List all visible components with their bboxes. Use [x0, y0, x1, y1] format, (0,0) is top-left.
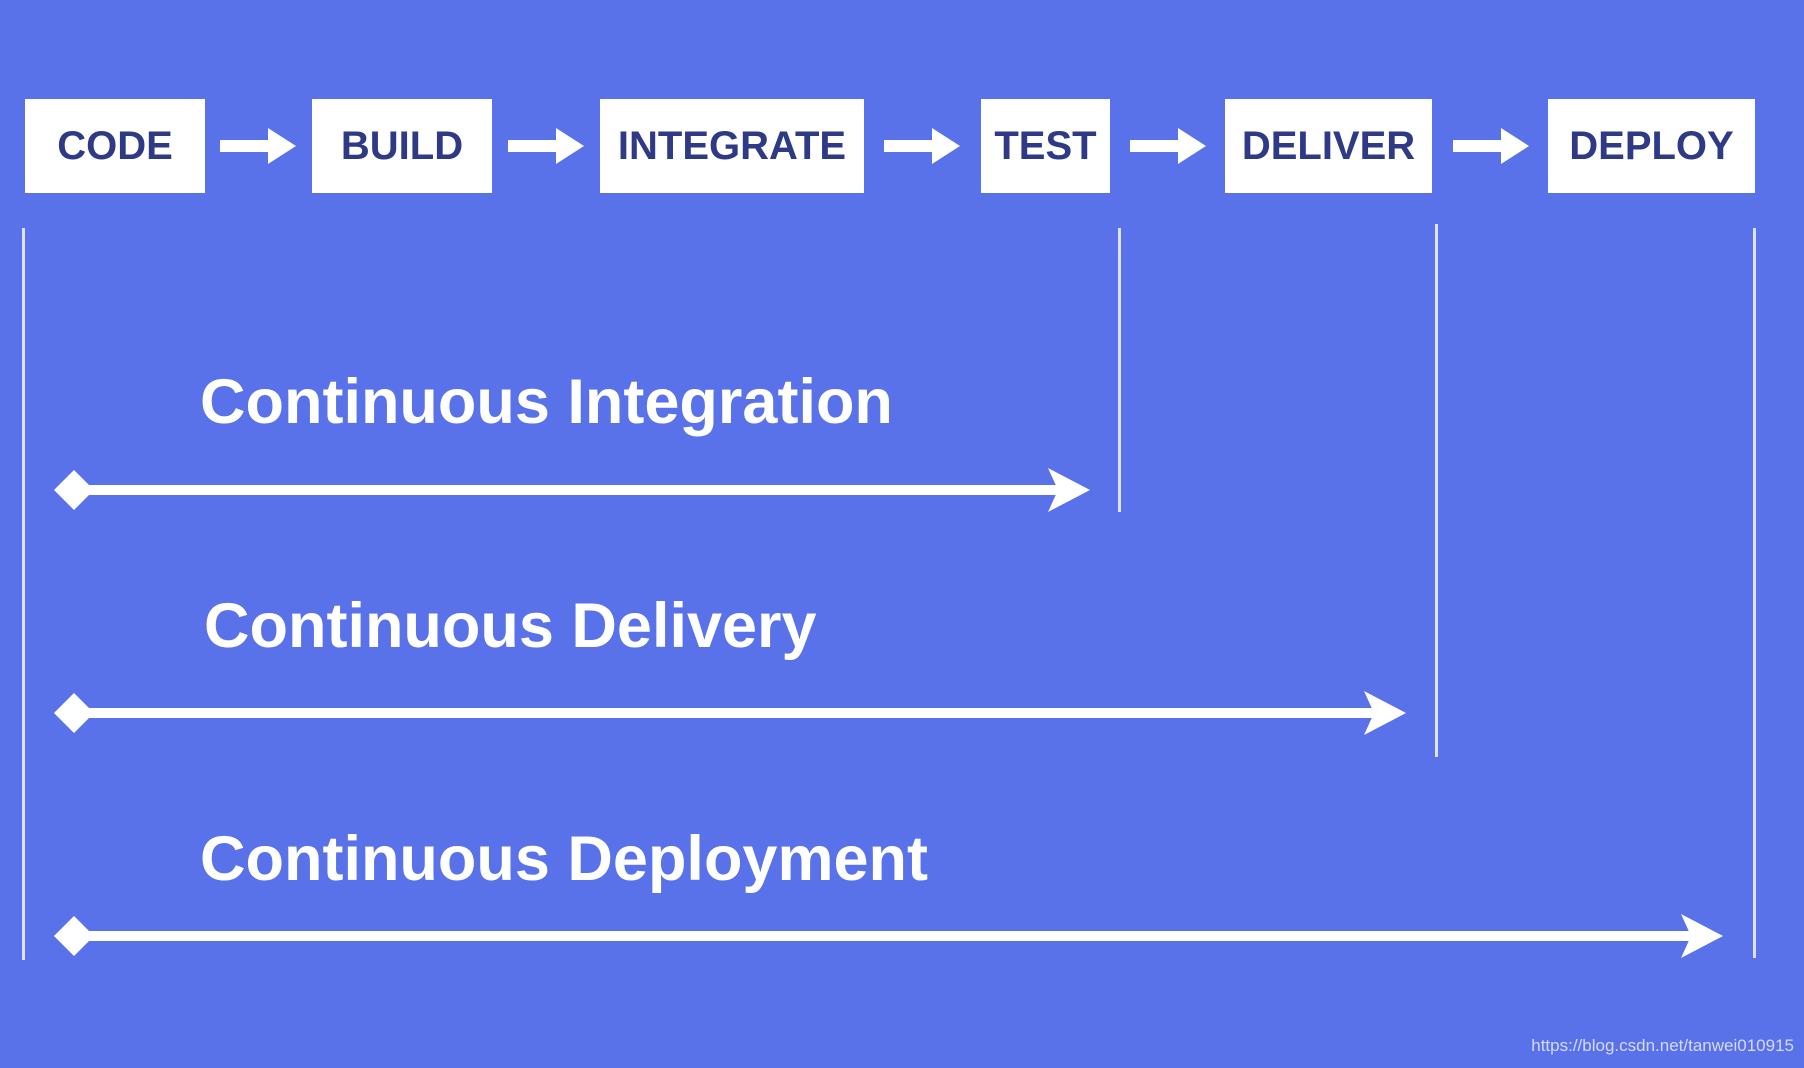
range-continuous-integration	[54, 468, 1090, 512]
diamond-icon	[54, 470, 94, 510]
watermark: https://blog.csdn.net/tanwei010915	[1531, 1036, 1794, 1055]
diamond-icon	[54, 916, 94, 956]
ci-cd-diagram: CODE BUILD INTEGRATE TEST DELIVER DEPLOY…	[0, 0, 1804, 1068]
range-continuous-delivery	[54, 691, 1406, 735]
phase-ranges	[54, 468, 1723, 958]
diamond-icon	[54, 693, 94, 733]
range-continuous-deployment	[54, 914, 1723, 958]
